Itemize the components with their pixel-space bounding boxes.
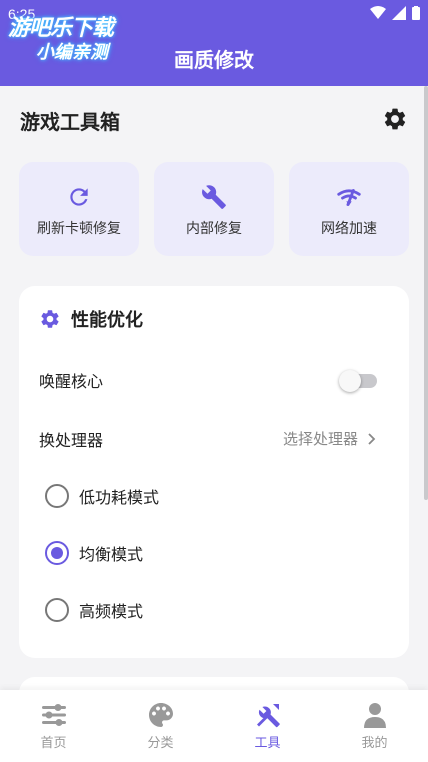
mode-radio-low-power[interactable]: 低功耗模式 xyxy=(45,484,159,508)
nav-label: 分类 xyxy=(147,736,174,751)
nav-item-home[interactable]: 首页 xyxy=(0,690,107,762)
tools-icon xyxy=(256,704,280,728)
processor-label: 换处理器 xyxy=(39,431,104,450)
wrench-icon xyxy=(202,185,226,209)
mode-label: 低功耗模式 xyxy=(79,488,160,507)
radio-circle xyxy=(45,484,69,508)
processor-select-value: 选择处理器 xyxy=(283,430,359,448)
radio-circle xyxy=(45,598,69,622)
tool-card-refresh[interactable]: 刷新卡顿修复 xyxy=(19,162,139,256)
performance-card: 性能优化 唤醒核心 换处理器 选择处理器 低功耗模式 均衡模式 高频模式 xyxy=(19,286,409,658)
wifi-status-icon xyxy=(370,6,386,19)
mode-label: 均衡模式 xyxy=(79,545,144,564)
sliders-icon xyxy=(41,704,66,726)
nav-label: 首页 xyxy=(40,736,67,751)
tool-label: 网络加速 xyxy=(321,221,377,237)
tool-label: 内部修复 xyxy=(186,221,242,237)
toolbox-title: 游戏工具箱 xyxy=(20,110,120,134)
nav-label: 我的 xyxy=(361,736,388,751)
wifi-signal-icon xyxy=(337,189,361,206)
mode-label: 高频模式 xyxy=(79,602,144,621)
wake-core-toggle[interactable] xyxy=(339,368,379,392)
nav-label: 工具 xyxy=(254,736,281,751)
tool-label: 刷新卡顿修复 xyxy=(37,221,121,237)
cell-signal-icon xyxy=(392,6,406,20)
tool-card-network-boost[interactable]: 网络加速 xyxy=(289,162,409,256)
nav-item-tools[interactable]: 工具 xyxy=(214,690,321,762)
page-title: 画质修改 xyxy=(174,48,254,72)
gear-icon xyxy=(41,310,59,328)
performance-title: 性能优化 xyxy=(71,310,143,331)
refresh-icon xyxy=(70,188,88,206)
radio-circle-checked xyxy=(45,541,69,565)
user-icon xyxy=(363,703,386,728)
status-icons xyxy=(370,6,420,20)
processor-select[interactable]: 选择处理器 xyxy=(283,428,376,449)
battery-icon xyxy=(412,6,420,20)
performance-header: 性能优化 xyxy=(39,306,143,332)
chevron-right-icon xyxy=(368,432,376,445)
toggle-knob xyxy=(339,370,361,392)
nav-item-category[interactable]: 分类 xyxy=(107,690,214,762)
app-header: 6:25 游吧乐下载 小编亲测 画质修改 xyxy=(0,0,428,86)
mode-radio-balanced[interactable]: 均衡模式 xyxy=(45,541,143,565)
scrollbar[interactable] xyxy=(424,86,428,500)
palette-icon xyxy=(148,703,173,727)
wake-core-label: 唤醒核心 xyxy=(39,372,104,391)
bottom-nav: 首页 分类 工具 我的 xyxy=(0,690,428,762)
tool-card-internal-fix[interactable]: 内部修复 xyxy=(154,162,274,256)
mode-radio-high-freq[interactable]: 高频模式 xyxy=(45,598,143,622)
nav-item-mine[interactable]: 我的 xyxy=(321,690,428,762)
gear-icon[interactable] xyxy=(382,106,408,132)
